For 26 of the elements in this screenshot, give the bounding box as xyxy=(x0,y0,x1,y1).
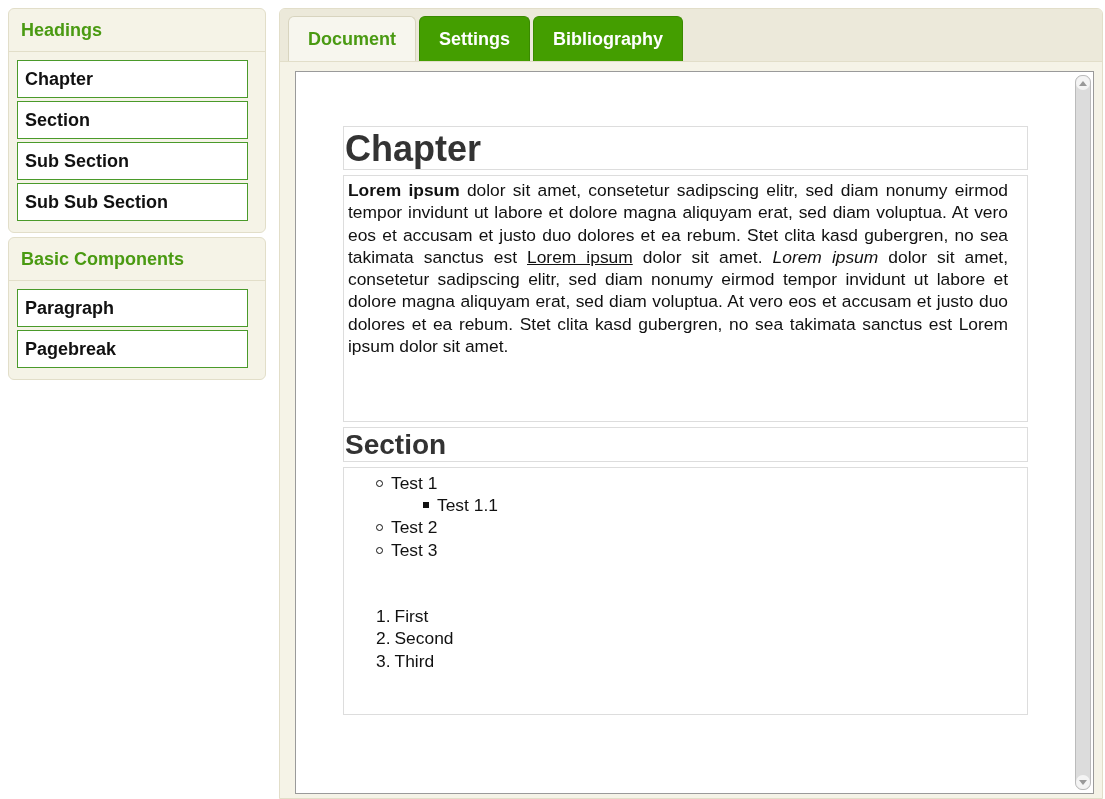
component-item[interactable]: Sub Section xyxy=(17,142,248,180)
bullet-icon xyxy=(423,502,429,509)
list-number: 2. xyxy=(376,628,391,651)
up-arrow-icon[interactable] xyxy=(1079,80,1087,86)
list-item: Test 1 xyxy=(391,472,438,494)
panel-title: Basic Components xyxy=(9,238,265,281)
component-item[interactable]: Paragraph xyxy=(17,289,248,327)
list-item: Third xyxy=(394,650,435,673)
list-item: Test 3 xyxy=(391,539,438,561)
list-item: Second xyxy=(394,628,454,651)
list-item: Test 1.1 xyxy=(437,494,498,516)
component-item[interactable]: Sub Sub Section xyxy=(17,183,248,221)
scrollbar[interactable] xyxy=(1075,75,1091,790)
component-item[interactable]: Chapter xyxy=(17,60,248,98)
paragraph: Lorem ipsum dolor sit amet, consetetur sadipscing elitr, sed diam nonumy eirmod tempor invidunt ut labore et dolore magna aliquyam erat, sed diam voluptua. At vero eos et accusam et justo duo dolores et ea rebum. Stet clita kasd gubergren, no sea takimata sanctus est Lorem ipsum dolor sit amet. Lorem ipsum dolor sit amet, consetetur sadipscing elitr, sed diam nonumy eirmod tempor invidunt ut labore et dolore magna aliquyam erat, sed diam voluptua. At vero eos et accusam et justo duo dolores et ea rebum. Stet clita kasd gubergren, no sea takimata sanctus est Lorem ipsum dolor sit amet. xyxy=(348,179,1008,358)
component-item[interactable]: Section xyxy=(17,101,248,139)
panel-title: Headings xyxy=(9,9,265,52)
section-heading: Section xyxy=(343,427,1028,462)
down-arrow-icon[interactable] xyxy=(1079,779,1087,785)
list-number: 3. xyxy=(376,650,391,673)
list-item: Test 2 xyxy=(391,517,438,539)
component-item[interactable]: Pagebreak xyxy=(17,330,248,368)
link[interactable]: Lorem ipsum xyxy=(527,246,633,267)
chapter-heading: Chapter xyxy=(343,126,1028,170)
list-item: First xyxy=(394,606,429,629)
list-number: 1. xyxy=(376,606,391,629)
